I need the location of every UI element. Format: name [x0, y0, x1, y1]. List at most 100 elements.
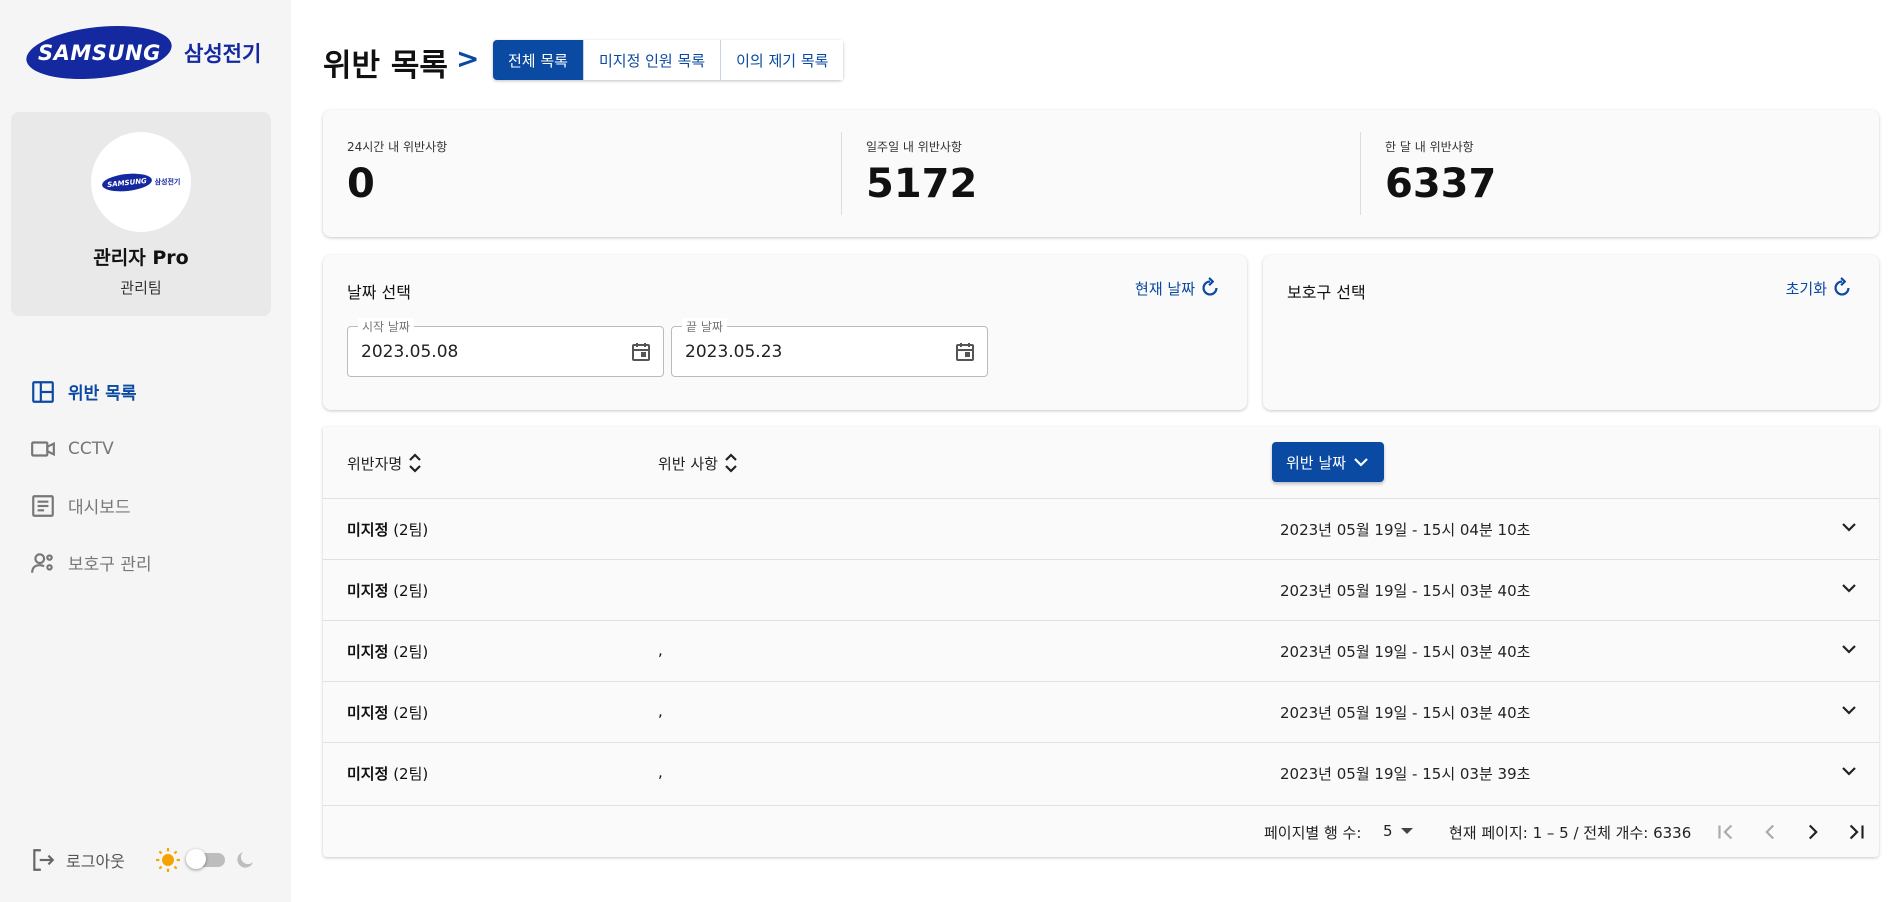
violator-name: 미지정 (2팀) — [347, 704, 429, 722]
sidebar-item-dashboard[interactable]: 대시보드 — [30, 477, 270, 534]
reset-button[interactable]: 초기화 — [1786, 277, 1853, 299]
pagination: 페이지별 행 수: 5 현재 페이지: 1 – 5 / 전체 개수: 6336 — [323, 805, 1879, 857]
calendar-icon[interactable] — [953, 340, 977, 364]
logout-label: 로그아웃 — [66, 852, 125, 871]
violator-name: 미지정 (2팀) — [347, 582, 429, 600]
user-settings-icon — [31, 552, 53, 573]
sun-icon — [155, 848, 180, 872]
profile-team: 관리팀 — [120, 279, 162, 297]
expand-chevron-icon[interactable] — [1837, 637, 1861, 661]
sidebar-item-equipment[interactable]: 보호구 관리 — [30, 534, 270, 591]
column-header-violation: 위반 사항 — [658, 454, 718, 473]
start-date-label: 시작 날짜 — [358, 318, 414, 335]
sort-by-date-button[interactable]: 위반 날짜 — [1272, 442, 1384, 482]
rows-per-page-value: 5 — [1383, 822, 1393, 840]
start-date-value: 2023.05.08 — [361, 342, 459, 362]
sidebar-nav: 위반 목록 CCTV 대시보드 보호구 관리 — [30, 363, 270, 591]
refresh-icon — [1834, 277, 1850, 296]
equipment-select-card: 보호구 선택 초기화 — [1263, 255, 1879, 410]
profile-card: SAMSUNG 삼성전기 관리자 Pro 관리팀 — [11, 112, 271, 316]
reset-label: 초기화 — [1785, 279, 1827, 298]
current-date-button[interactable]: 현재 날짜 — [1135, 277, 1221, 299]
stats-card: 24시간 내 위반사항 0 일주일 내 위반사항 5172 한 달 내 위반사항… — [323, 110, 1879, 237]
rows-per-page-label: 페이지별 행 수: — [1264, 824, 1362, 842]
violation-items: , — [658, 641, 663, 659]
violation-date: 2023년 05월 19일 - 15시 03분 40초 — [1280, 704, 1531, 722]
end-date-field[interactable]: 끝 날짜 2023.05.23 — [671, 318, 988, 377]
date-select-card: 날짜 선택 현재 날짜 시작 날짜 2023.05.08 끝 날짜 2023.0… — [323, 255, 1247, 410]
tab-unassigned-list[interactable]: 미지정 인원 목록 — [583, 40, 722, 80]
sidebar-item-label: 위반 목록 — [68, 384, 137, 404]
tab-group: 전체 목록 미지정 인원 목록 이의 제기 목록 — [493, 40, 844, 80]
profile-name: 관리자 Pro — [93, 247, 189, 269]
page-title: 위반 목록 — [323, 48, 448, 84]
start-date-field[interactable]: 시작 날짜 2023.05.08 — [347, 318, 664, 377]
prev-page-icon[interactable] — [1757, 819, 1783, 845]
tab-objection-list[interactable]: 이의 제기 목록 — [721, 40, 844, 80]
violator-name: 미지정 (2팀) — [347, 765, 429, 783]
sort-by-name[interactable]: 위반자명 — [347, 451, 424, 475]
stat-week: 일주일 내 위반사항 5172 — [841, 132, 1360, 215]
table-row[interactable]: 미지정 (2팀) , 2023년 05월 19일 - 15시 03분 39초 — [323, 743, 1879, 804]
rows-per-page-select[interactable]: 5 — [1383, 822, 1413, 840]
dashboard-layout-icon — [32, 380, 54, 403]
end-date-value: 2023.05.23 — [685, 342, 783, 362]
avatar: SAMSUNG 삼성전기 — [91, 132, 191, 232]
table-row[interactable]: 미지정 (2팀) , 2023년 05월 19일 - 15시 03분 40초 — [323, 682, 1879, 743]
end-date-label: 끝 날짜 — [682, 318, 727, 335]
avatar-logo-kr: 삼성전기 — [154, 178, 181, 186]
theme-toggle[interactable] — [185, 849, 225, 869]
sidebar-item-label: 보호구 관리 — [68, 555, 152, 575]
expand-chevron-icon[interactable] — [1837, 576, 1861, 600]
column-header-date: 위반 날짜 — [1286, 453, 1346, 472]
stat-month: 한 달 내 위반사항 6337 — [1360, 132, 1879, 215]
violation-items: , — [658, 763, 663, 781]
document-icon — [32, 494, 54, 517]
violation-date: 2023년 05월 19일 - 15시 03분 39초 — [1280, 765, 1531, 783]
violation-date: 2023년 05월 19일 - 15시 03분 40초 — [1280, 643, 1531, 661]
brand-logo[interactable]: SAMSUNG 삼성전기 — [23, 19, 262, 86]
breadcrumb-separator: > — [456, 42, 480, 75]
expand-chevron-icon[interactable] — [1837, 515, 1861, 539]
violation-items: , — [658, 702, 663, 720]
column-header-name: 위반자명 — [347, 454, 403, 473]
violation-date: 2023년 05월 19일 - 15시 04분 10초 — [1280, 521, 1531, 539]
table-row[interactable]: 미지정 (2팀) , 2023년 05월 19일 - 15시 03분 40초 — [323, 621, 1879, 682]
violator-name: 미지정 (2팀) — [347, 643, 429, 661]
current-date-label: 현재 날짜 — [1135, 279, 1195, 298]
table-row[interactable]: 미지정 (2팀) 2023년 05월 19일 - 15시 04분 10초 — [323, 499, 1879, 560]
stat-24h: 24시간 내 위반사항 0 — [323, 110, 841, 237]
calendar-icon[interactable] — [629, 340, 653, 364]
sort-icon — [725, 453, 737, 473]
sidebar-item-violations[interactable]: 위반 목록 — [30, 363, 270, 420]
violator-name: 미지정 (2팀) — [347, 521, 429, 539]
video-camera-icon — [31, 440, 55, 457]
page-info: 현재 페이지: 1 – 5 / 전체 개수: 6336 — [1449, 824, 1692, 842]
violation-table: 위반자명 위반 사항 위반 날짜 미지정 (2팀) 2023년 05월 19일 … — [323, 427, 1879, 857]
sidebar-item-cctv[interactable]: CCTV — [30, 420, 270, 477]
brand-name-kr: 삼성전기 — [184, 41, 262, 66]
stat-value: 5172 — [866, 161, 978, 207]
date-select-title: 날짜 선택 — [347, 283, 411, 302]
logout-icon — [33, 849, 55, 871]
samsung-logo: SAMSUNG — [23, 19, 175, 86]
expand-chevron-icon[interactable] — [1837, 698, 1861, 722]
sidebar-item-label: 대시보드 — [68, 498, 131, 518]
sort-icon — [409, 453, 421, 473]
chevron-down-icon — [1354, 458, 1368, 467]
stat-value: 6337 — [1385, 161, 1497, 207]
stat-label: 24시간 내 위반사항 — [347, 140, 448, 154]
expand-chevron-icon[interactable] — [1837, 759, 1861, 783]
table-header: 위반자명 위반 사항 위반 날짜 — [323, 427, 1879, 499]
sidebar-item-label: CCTV — [68, 438, 114, 459]
first-page-icon[interactable] — [1713, 819, 1739, 845]
last-page-icon[interactable] — [1843, 819, 1869, 845]
tab-all-list[interactable]: 전체 목록 — [493, 40, 584, 80]
sort-by-violation[interactable]: 위반 사항 — [658, 451, 740, 475]
table-row[interactable]: 미지정 (2팀) 2023년 05월 19일 - 15시 03분 40초 — [323, 560, 1879, 621]
next-page-icon[interactable] — [1800, 819, 1826, 845]
avatar-logo: SAMSUNG — [100, 170, 153, 194]
logout-button[interactable]: 로그아웃 — [30, 847, 125, 873]
equipment-select-title: 보호구 선택 — [1287, 283, 1366, 302]
refresh-icon — [1202, 277, 1218, 296]
